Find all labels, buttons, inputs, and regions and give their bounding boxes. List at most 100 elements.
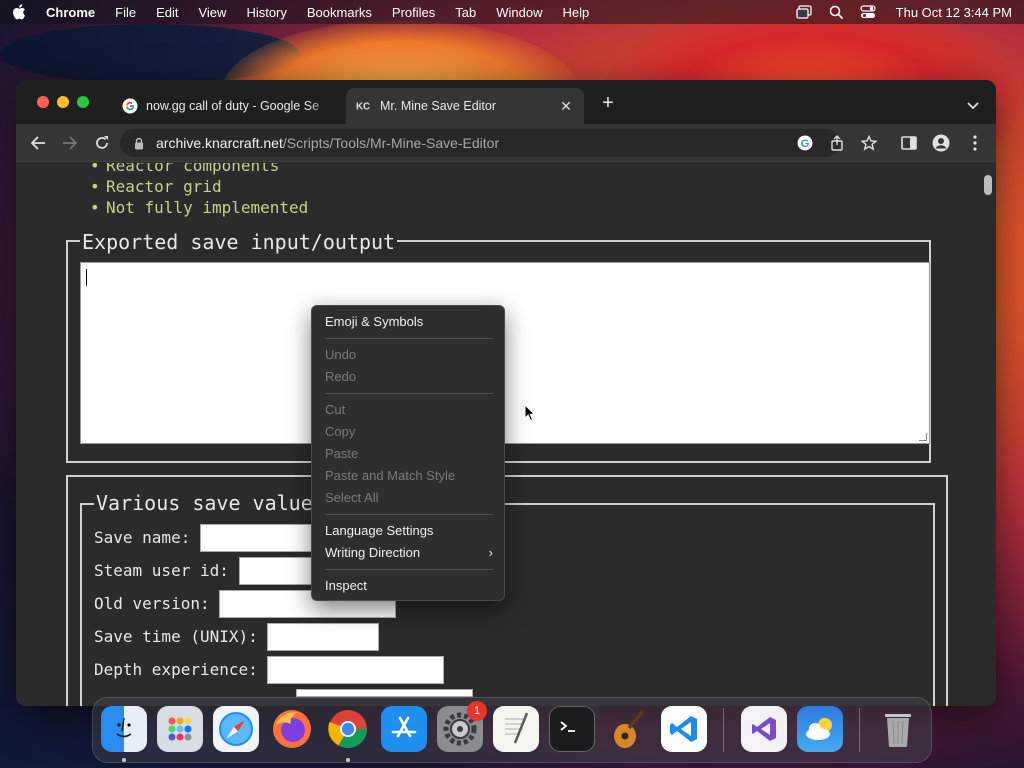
- menu-item-undo: Undo: [325, 347, 357, 362]
- menu-edit[interactable]: Edit: [156, 5, 178, 20]
- zoom-window-button[interactable]: [77, 96, 89, 108]
- forward-arrow-icon[interactable]: [61, 134, 79, 152]
- export-save-textarea[interactable]: [80, 262, 930, 444]
- safari-icon[interactable]: [213, 706, 259, 752]
- google-lens-g-icon[interactable]: G: [796, 134, 814, 152]
- menu-item-paste-match-style: Paste and Match Style: [325, 468, 456, 483]
- menu-help[interactable]: Help: [563, 5, 590, 20]
- side-panel-icon[interactable]: [900, 134, 918, 152]
- tab-title: now.gg call of duty - Google Se: [146, 99, 320, 113]
- chrome-window: now.gg call of duty - Google Se KC Mr. M…: [16, 80, 996, 706]
- close-tab-icon[interactable]: ✕: [558, 98, 574, 114]
- dock-separator: [723, 708, 724, 752]
- menu-item-writing-direction[interactable]: Writing Direction ›: [325, 542, 493, 564]
- menu-bar-clock[interactable]: Thu Oct 12 3:44 PM: [896, 5, 1012, 20]
- url-path: /Scripts/Tools/Mr-Mine-Save-Editor: [282, 135, 500, 151]
- visual-studio-icon[interactable]: [741, 706, 787, 752]
- save-name-label: Save name:: [94, 528, 191, 547]
- list-item: Reactor components: [90, 163, 308, 176]
- list-item: Reactor grid: [90, 176, 308, 197]
- chrome-icon[interactable]: [325, 706, 371, 752]
- finder-icon[interactable]: [101, 706, 147, 752]
- menu-app-name[interactable]: Chrome: [46, 5, 95, 20]
- weather-icon[interactable]: [797, 706, 843, 752]
- export-fieldset-legend: Exported save input/output: [80, 230, 398, 254]
- mouse-pointer-icon: [524, 403, 536, 422]
- depth-experience-input[interactable]: [267, 656, 444, 684]
- terminal-icon[interactable]: [549, 706, 595, 752]
- menu-item-label: Writing Direction: [325, 545, 421, 560]
- window-overview-icon[interactable]: [796, 5, 812, 19]
- address-bar[interactable]: archive.knarcraft.net/Scripts/Tools/Mr-M…: [120, 129, 840, 157]
- menu-window[interactable]: Window: [496, 5, 542, 20]
- lock-icon[interactable]: [134, 136, 146, 150]
- svg-text:G: G: [801, 138, 810, 150]
- app-store-icon[interactable]: [381, 706, 427, 752]
- kc-logo-icon: KC: [356, 98, 372, 114]
- back-arrow-icon[interactable]: [29, 134, 47, 152]
- depth-experience-label: Depth experience:: [94, 660, 258, 679]
- firefox-icon[interactable]: [269, 706, 315, 752]
- scrollbar-thumb[interactable]: [984, 175, 992, 195]
- profile-avatar-icon[interactable]: [932, 134, 950, 152]
- macos-menu-bar: Chrome File Edit View History Bookmarks …: [0, 0, 1024, 24]
- menu-item-cut: Cut: [325, 402, 346, 417]
- page-scrollbar[interactable]: [980, 163, 996, 706]
- values-fieldset-legend: Various save values: [94, 491, 327, 515]
- google-g-icon: [122, 98, 138, 114]
- dock-separator: [859, 708, 860, 752]
- textedit-icon[interactable]: [493, 706, 539, 752]
- launchpad-icon[interactable]: [157, 706, 203, 752]
- menu-item-copy: Copy: [325, 424, 356, 439]
- control-center-icon[interactable]: [860, 5, 876, 19]
- menu-item-language-settings[interactable]: Language Settings: [325, 520, 433, 542]
- save-time-input[interactable]: [267, 623, 379, 651]
- more-menu-icon[interactable]: [966, 134, 984, 152]
- garageband-icon[interactable]: [605, 706, 651, 752]
- menu-separator: [325, 393, 493, 394]
- feature-list: Reactor components Reactor grid Not full…: [90, 163, 308, 218]
- tab-search-chevron-icon[interactable]: [966, 98, 980, 110]
- new-tab-button[interactable]: +: [600, 93, 616, 113]
- tab-google-search[interactable]: now.gg call of duty - Google Se: [112, 88, 346, 124]
- svg-text:KC: KC: [356, 102, 370, 112]
- submenu-chevron-icon: ›: [488, 545, 493, 560]
- share-icon[interactable]: [828, 134, 846, 152]
- bookmark-star-icon[interactable]: [860, 134, 878, 152]
- close-window-button[interactable]: [37, 96, 49, 108]
- menu-history[interactable]: History: [246, 5, 286, 20]
- menu-separator: [325, 514, 493, 515]
- menu-file[interactable]: File: [115, 5, 136, 20]
- running-indicator: [346, 758, 350, 762]
- context-menu: Emoji & Symbols Undo Redo Cut Copy Paste…: [311, 305, 505, 601]
- menu-profiles[interactable]: Profiles: [392, 5, 435, 20]
- notification-badge: 1: [467, 701, 487, 721]
- next-field-input[interactable]: [296, 689, 473, 697]
- menu-view[interactable]: View: [198, 5, 226, 20]
- minimize-window-button[interactable]: [57, 96, 69, 108]
- save-time-label: Save time (UNIX):: [94, 627, 258, 646]
- browser-toolbar: archive.knarcraft.net/Scripts/Tools/Mr-M…: [16, 124, 996, 162]
- steam-user-id-label: Steam user id:: [94, 561, 229, 580]
- reload-icon[interactable]: [93, 134, 111, 152]
- trash-icon[interactable]: [875, 706, 921, 752]
- running-indicator: [122, 758, 126, 762]
- menu-item-inspect[interactable]: Inspect: [325, 575, 367, 597]
- menu-bookmarks[interactable]: Bookmarks: [307, 5, 372, 20]
- menu-separator: [325, 569, 493, 570]
- menu-item-redo: Redo: [325, 369, 357, 384]
- apple-icon[interactable]: [12, 4, 28, 20]
- tab-strip: now.gg call of duty - Google Se KC Mr. M…: [16, 80, 996, 124]
- text-caret: [86, 269, 87, 286]
- menu-separator: [325, 338, 493, 339]
- resize-handle[interactable]: [919, 433, 927, 441]
- old-version-label: Old version:: [94, 594, 210, 613]
- menu-tab[interactable]: Tab: [455, 5, 476, 20]
- url-host: archive.knarcraft.net: [156, 135, 283, 151]
- menu-item-emoji-symbols[interactable]: Emoji & Symbols: [325, 311, 423, 333]
- tab-mr-mine-save-editor[interactable]: KC Mr. Mine Save Editor ✕: [346, 88, 584, 124]
- vscode-icon[interactable]: [661, 706, 707, 752]
- macos-dock: [92, 697, 932, 763]
- tab-title: Mr. Mine Save Editor: [380, 99, 497, 113]
- spotlight-search-icon[interactable]: [828, 5, 844, 19]
